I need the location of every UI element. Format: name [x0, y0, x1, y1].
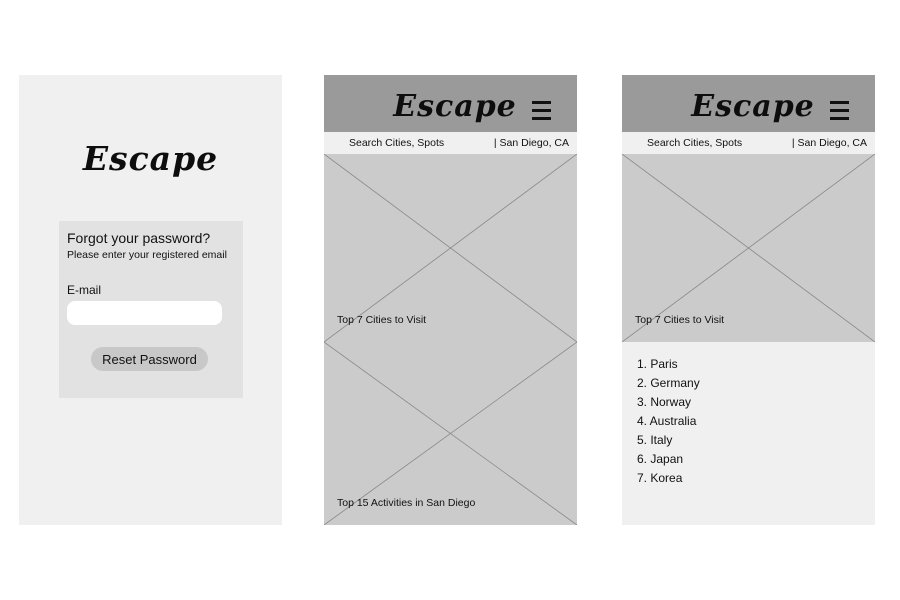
top-cities-card[interactable]: Top 7 Cities to Visit: [324, 154, 577, 342]
list-item[interactable]: 4. Australia: [637, 412, 700, 431]
email-field[interactable]: [67, 301, 222, 325]
hamburger-menu-icon[interactable]: [830, 101, 849, 120]
home-screen: Escape Search Cities, Spots | San Diego,…: [324, 75, 577, 525]
search-input[interactable]: Search Cities, Spots: [647, 137, 742, 149]
top-activities-card[interactable]: Top 15 Activities in San Diego: [324, 342, 577, 525]
location-selector[interactable]: | San Diego, CA: [494, 137, 569, 149]
city-list-screen: Escape Search Cities, Spots | San Diego,…: [622, 75, 875, 525]
app-logo[interactable]: Escape: [390, 89, 520, 124]
list-item[interactable]: 1. Paris: [637, 355, 700, 374]
list-item[interactable]: 6. Japan: [637, 450, 700, 469]
forgot-password-subtitle: Please enter your registered email: [67, 249, 227, 261]
card-label: Top 7 Cities to Visit: [337, 314, 427, 326]
header: Escape: [622, 75, 875, 132]
forgot-password-card: Forgot your password? Please enter your …: [59, 221, 243, 398]
hamburger-menu-icon[interactable]: [532, 101, 551, 120]
search-input[interactable]: Search Cities, Spots: [349, 137, 444, 149]
header: Escape: [324, 75, 577, 132]
reset-password-button[interactable]: Reset Password: [91, 347, 208, 371]
list-item[interactable]: 2. Germany: [637, 374, 700, 393]
search-bar: Search Cities, Spots | San Diego, CA: [324, 132, 577, 154]
forgot-password-title: Forgot your password?: [67, 230, 211, 246]
top-cities-card[interactable]: Top 7 Cities to Visit: [622, 154, 875, 342]
city-list: 1. Paris 2. Germany 3. Norway 4. Austral…: [637, 355, 700, 488]
list-item[interactable]: 5. Italy: [637, 431, 700, 450]
list-item[interactable]: 3. Norway: [637, 393, 700, 412]
search-bar: Search Cities, Spots | San Diego, CA: [622, 132, 875, 154]
app-logo: Escape: [82, 139, 219, 178]
list-item[interactable]: 7. Korea: [637, 469, 700, 488]
location-selector[interactable]: | San Diego, CA: [792, 137, 867, 149]
email-label: E-mail: [67, 283, 102, 297]
card-label: Top 7 Cities to Visit: [635, 314, 725, 326]
forgot-password-screen: Escape Forgot your password? Please ente…: [19, 75, 282, 525]
card-label: Top 15 Activities in San Diego: [337, 497, 476, 509]
app-logo[interactable]: Escape: [688, 89, 818, 124]
